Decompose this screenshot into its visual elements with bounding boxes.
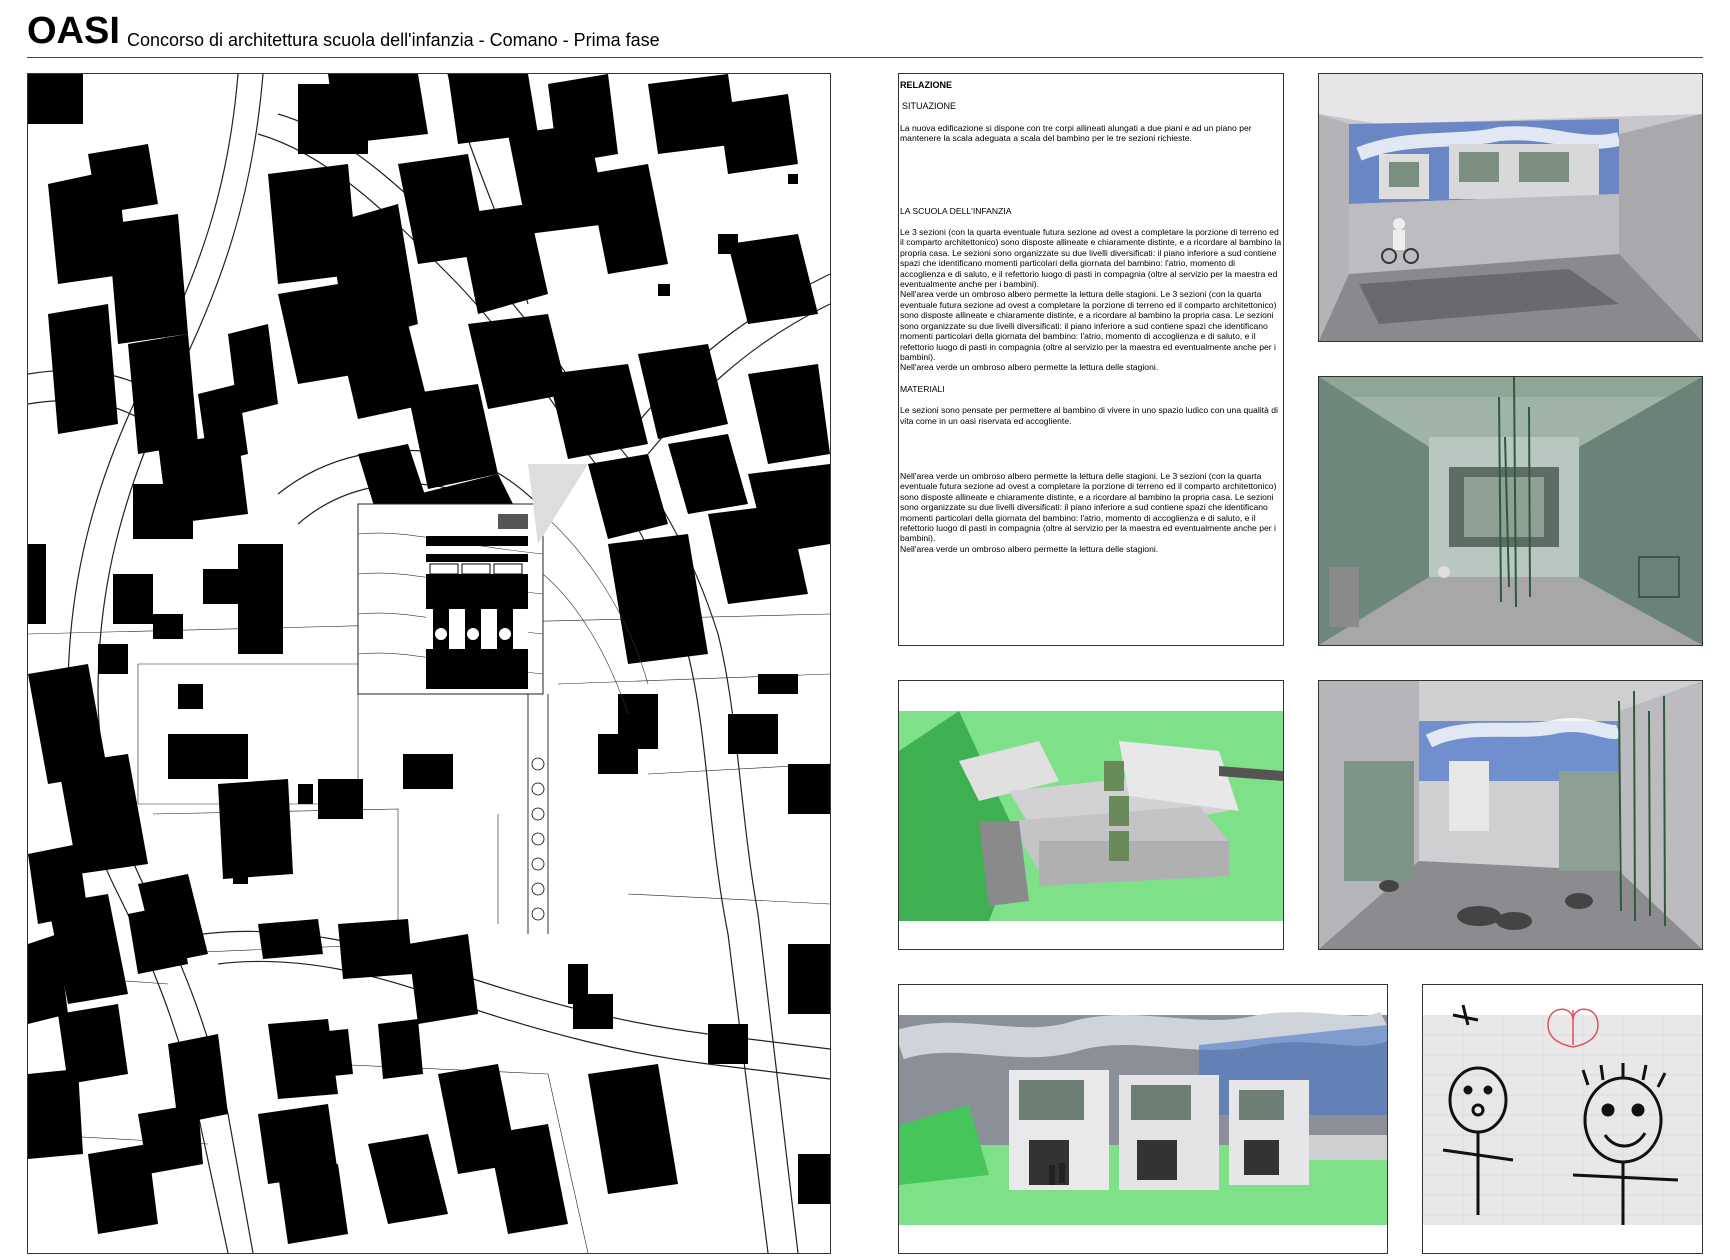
scuola-paragraph-1: Le 3 sezioni (con la quarta eventuale fu… [900,227,1282,290]
project-subtitle: Concorso di architettura scuola dell'inf… [127,30,660,50]
render-facade [898,984,1388,1254]
project-title: OASI [27,10,120,52]
relazione-panel: RELAZIONE SITUAZIONE La nuova edificazio… [898,73,1284,646]
relazione-text: RELAZIONE SITUAZIONE La nuova edificazio… [900,80,1282,554]
render-inner-courtyard-image [1319,681,1702,949]
scuola-paragraph-2: Nell'area verde un ombroso albero permet… [900,289,1277,362]
render-courtyard-image [1319,377,1702,645]
situazione-heading: SITUAZIONE [902,101,957,112]
extra-paragraph-2: Nell'area verde un ombroso albero permet… [900,543,1159,554]
scuola-paragraph-3: Nell'area verde un ombroso albero permet… [900,362,1159,373]
render-aerial [898,680,1284,950]
materiali-paragraph: Le sezioni sono pensate per permettere a… [900,405,1278,426]
render-inner-courtyard [1318,680,1703,950]
child-drawing-image [1423,985,1702,1253]
child-drawing [1422,984,1703,1254]
site-plan [27,73,831,1254]
header-rule [27,57,1703,58]
render-terrace-image [1319,74,1702,341]
site-plan-drawing [28,74,830,1253]
render-facade-image [899,985,1387,1253]
render-aerial-image [899,681,1283,949]
relazione-title: RELAZIONE [900,80,953,90]
extra-paragraph-1: Nell'area verde un ombroso albero permet… [900,470,1277,544]
scuola-heading: LA SCUOLA DELL'INFANZIA [900,205,1012,216]
materiali-heading: MATERIALI [900,383,945,394]
render-terrace [1318,73,1703,342]
situazione-paragraph: La nuova edificazione si dispone con tre… [900,122,1252,144]
page-header: OASI Concorso di architettura scuola del… [27,6,1703,56]
render-courtyard [1318,376,1703,646]
